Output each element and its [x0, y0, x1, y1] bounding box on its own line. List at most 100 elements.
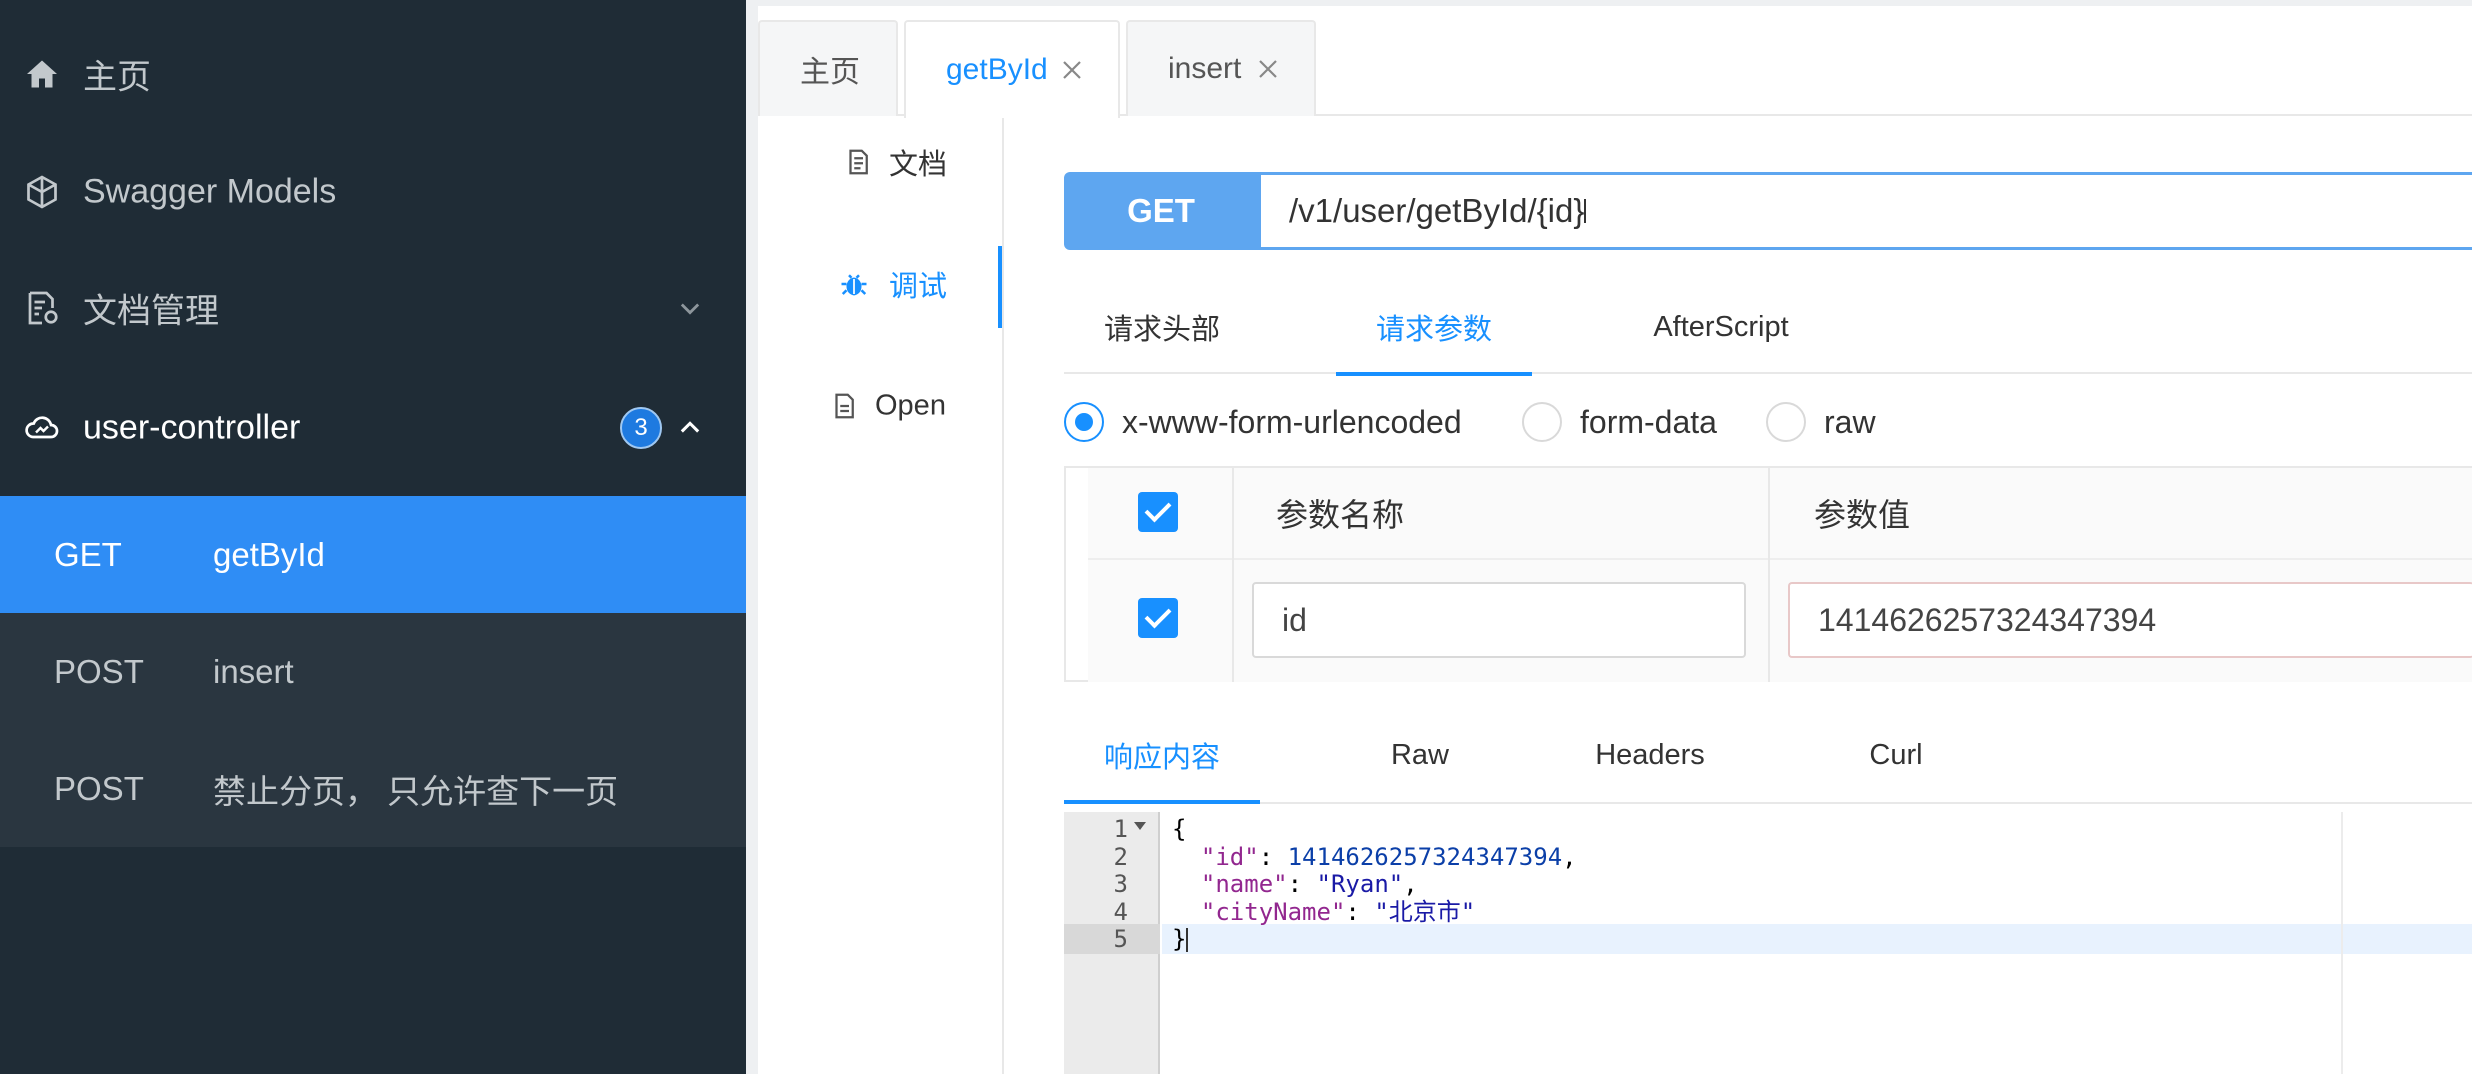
code-line: }: [1172, 924, 1189, 954]
json-key: "id": [1200, 843, 1259, 871]
radio-form-data[interactable]: form-data: [1522, 392, 1717, 452]
print-margin: [2341, 812, 2343, 1074]
vmenu-item-doc[interactable]: 文档: [843, 140, 983, 184]
param-name-input[interactable]: id: [1252, 582, 1746, 658]
vmenu-label: 文档: [889, 149, 948, 181]
panel-gutter: [746, 0, 758, 1074]
vmenu-item-open[interactable]: Open: [829, 384, 989, 428]
tab-request-params[interactable]: 请求参数: [1336, 280, 1532, 376]
param-name-value: id: [1282, 601, 1307, 638]
close-icon[interactable]: [1256, 57, 1280, 81]
line-number: 3: [1113, 870, 1128, 898]
chevron-up-icon[interactable]: [676, 414, 704, 442]
param-value-text: 1414626257324347394: [1818, 601, 2157, 638]
line-number: 1: [1113, 815, 1128, 843]
tab-home[interactable]: 主页: [758, 20, 898, 116]
chevron-down-icon[interactable]: [676, 294, 704, 322]
tab-label: getById: [946, 53, 1048, 86]
line-number-gutter: 1 2 3 4 5: [1064, 812, 1160, 1074]
radio-label: form-data: [1580, 403, 1717, 440]
url-input[interactable]: /v1/user/getById/{id}: [1258, 172, 2472, 250]
tab-response-raw[interactable]: Raw: [1360, 708, 1480, 802]
tab-bar: 主页 getById insert: [758, 6, 2472, 118]
tab-response-curl[interactable]: Curl: [1836, 708, 1956, 802]
bug-icon: [841, 274, 867, 296]
tab-after-script[interactable]: AfterScript: [1616, 280, 1826, 374]
column-divider: [1768, 468, 1770, 682]
url-text: /v1/user/getById/{id}: [1289, 192, 1585, 229]
sidebar-item-doc-management[interactable]: 文档管理: [0, 250, 746, 366]
response-editor[interactable]: 1 2 3 4 5 { "id": 1414626257324347394, "…: [1064, 812, 2472, 1074]
text-cursor: [1186, 928, 1189, 952]
json-key: "cityName": [1200, 898, 1346, 926]
endpoint-name: 禁止分页， 只允许查下一页: [213, 772, 619, 810]
line-number: 5: [1113, 925, 1128, 953]
code-line: "cityName": "北京市": [1200, 898, 1476, 926]
sidebar-item-home[interactable]: 主页: [0, 16, 746, 132]
request-tabs: 请求头部 请求参数 AfterScript: [1064, 280, 2472, 376]
close-icon[interactable]: [1060, 58, 1084, 82]
doc-settings-icon: [28, 291, 58, 325]
endpoint-method: POST: [54, 769, 144, 807]
method-button[interactable]: GET: [1064, 172, 1258, 250]
sidebar-item-label: 主页: [83, 58, 151, 97]
column-header-name: 参数名称: [1276, 497, 1405, 533]
body-type-group: x-www-form-urlencoded form-data raw: [1064, 392, 2472, 452]
radio-label: x-www-form-urlencoded: [1122, 403, 1462, 440]
tab-response-content[interactable]: 响应内容: [1064, 708, 1260, 804]
json-brace: }: [1172, 925, 1187, 953]
sidebar-item-swagger-models[interactable]: Swagger Models: [0, 134, 746, 250]
active-line-highlight: [1162, 924, 2472, 954]
json-number: 1414626257324347394: [1287, 843, 1563, 871]
endpoint-item-getbyid[interactable]: GET getById: [0, 496, 746, 613]
select-all-checkbox[interactable]: [1138, 492, 1178, 532]
radio-dot[interactable]: [1766, 402, 1806, 442]
column-divider: [1232, 468, 1234, 682]
radio-raw[interactable]: raw: [1766, 392, 1876, 452]
document-icon: [849, 149, 868, 175]
tab-response-headers[interactable]: Headers: [1564, 708, 1736, 802]
radio-label: raw: [1824, 403, 1876, 440]
radio-dot[interactable]: [1064, 402, 1104, 442]
column-header-value: 参数值: [1814, 497, 1911, 533]
endpoint-name: getById: [213, 535, 325, 573]
tab-insert[interactable]: insert: [1126, 20, 1316, 116]
sidebar-item-user-controller[interactable]: user-controller 3: [0, 370, 746, 486]
line-number: 2: [1113, 843, 1128, 871]
line-number: 4: [1113, 898, 1128, 926]
endpoint-item-paging[interactable]: POST 禁止分页， 只允许查下一页: [0, 730, 746, 847]
vmenu-label: 调试: [889, 271, 948, 303]
response-tabs: 响应内容 Raw Headers Curl: [1064, 708, 2472, 804]
table-row: id 1414626257324347394: [1088, 560, 2472, 682]
code-line: "id": 1414626257324347394,: [1200, 843, 1577, 871]
endpoint-item-insert[interactable]: POST insert: [0, 613, 746, 730]
file-icon: [835, 393, 854, 419]
vmenu-active-indicator: [998, 246, 1002, 328]
sidebar-item-label: user-controller: [83, 408, 301, 447]
sidebar-item-label: 文档管理: [83, 292, 219, 331]
code-line: {: [1172, 814, 1186, 844]
json-key: "name": [1200, 870, 1288, 898]
code-line: "name": "Ryan",: [1200, 870, 1418, 898]
radio-dot[interactable]: [1522, 402, 1562, 442]
cube-icon: [27, 175, 57, 209]
vmenu-item-debug[interactable]: 调试: [839, 262, 989, 306]
sidebar-item-label: Swagger Models: [83, 172, 337, 211]
vmenu-label: Open: [875, 389, 946, 422]
endpoint-name: insert: [213, 652, 294, 690]
fold-arrow-icon[interactable]: [1134, 822, 1146, 830]
json-string: "北京市": [1374, 898, 1476, 926]
tab-label: 主页: [800, 56, 860, 89]
count-badge: 3: [620, 407, 662, 449]
endpoint-list: GET getById POST insert POST 禁止分页， 只允许查下…: [0, 496, 746, 847]
tab-getbyid[interactable]: getById: [904, 20, 1120, 118]
cloud-icon: [25, 416, 59, 439]
row-checkbox[interactable]: [1138, 598, 1178, 638]
vmenu-divider: [1002, 118, 1004, 1074]
tab-request-headers[interactable]: 请求头部: [1064, 280, 1260, 374]
sidebar: 主页 Swagger Models 文档管理 user-controller 3…: [0, 0, 746, 1074]
param-table: 参数名称 参数值 id 1414626257324347394: [1064, 466, 2472, 682]
radio-urlencoded[interactable]: x-www-form-urlencoded: [1064, 392, 1462, 452]
param-value-input[interactable]: 1414626257324347394: [1788, 582, 2472, 658]
table-header: 参数名称 参数值: [1088, 468, 2472, 560]
